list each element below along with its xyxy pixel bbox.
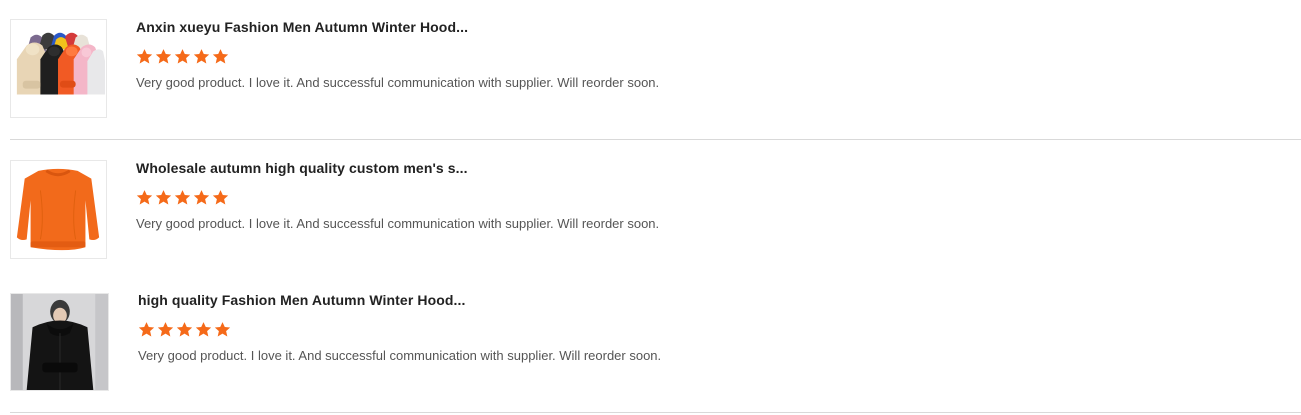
divider (10, 139, 1301, 140)
star-rating (136, 189, 229, 206)
star-icon (193, 190, 210, 205)
star-icon (214, 322, 231, 337)
sweatshirt-image (11, 161, 106, 258)
product-thumbnail[interactable] (10, 293, 109, 391)
star-icon (174, 190, 191, 205)
review-list: Anxin xueyu Fashion Men Autumn Winter Ho… (0, 0, 1301, 415)
review-text: Very good product. I love it. And succes… (136, 216, 660, 231)
star-icon (212, 190, 229, 205)
review-text: Very good product. I love it. And succes… (138, 348, 662, 363)
star-icon (138, 322, 155, 337)
hoodies-image (11, 20, 106, 117)
star-icon (174, 49, 191, 64)
review-item: Anxin xueyu Fashion Men Autumn Winter Ho… (0, 0, 1301, 140)
star-icon (136, 190, 153, 205)
product-title[interactable]: high quality Fashion Men Autumn Winter H… (138, 292, 466, 308)
star-rating (138, 321, 231, 338)
product-title[interactable]: Anxin xueyu Fashion Men Autumn Winter Ho… (136, 19, 468, 35)
product-thumbnail[interactable] (10, 19, 107, 118)
star-icon (193, 49, 210, 64)
divider (10, 412, 1301, 413)
star-icon (176, 322, 193, 337)
star-icon (212, 49, 229, 64)
hoodie-model-image (11, 294, 108, 390)
product-title[interactable]: Wholesale autumn high quality custom men… (136, 160, 468, 176)
review-item: high quality Fashion Men Autumn Winter H… (0, 274, 1301, 415)
star-rating (136, 48, 229, 65)
review-text: Very good product. I love it. And succes… (136, 75, 660, 90)
product-thumbnail[interactable] (10, 160, 107, 259)
star-icon (195, 322, 212, 337)
review-item: Wholesale autumn high quality custom men… (0, 141, 1301, 281)
star-icon (157, 322, 174, 337)
star-icon (155, 49, 172, 64)
star-icon (136, 49, 153, 64)
star-icon (155, 190, 172, 205)
